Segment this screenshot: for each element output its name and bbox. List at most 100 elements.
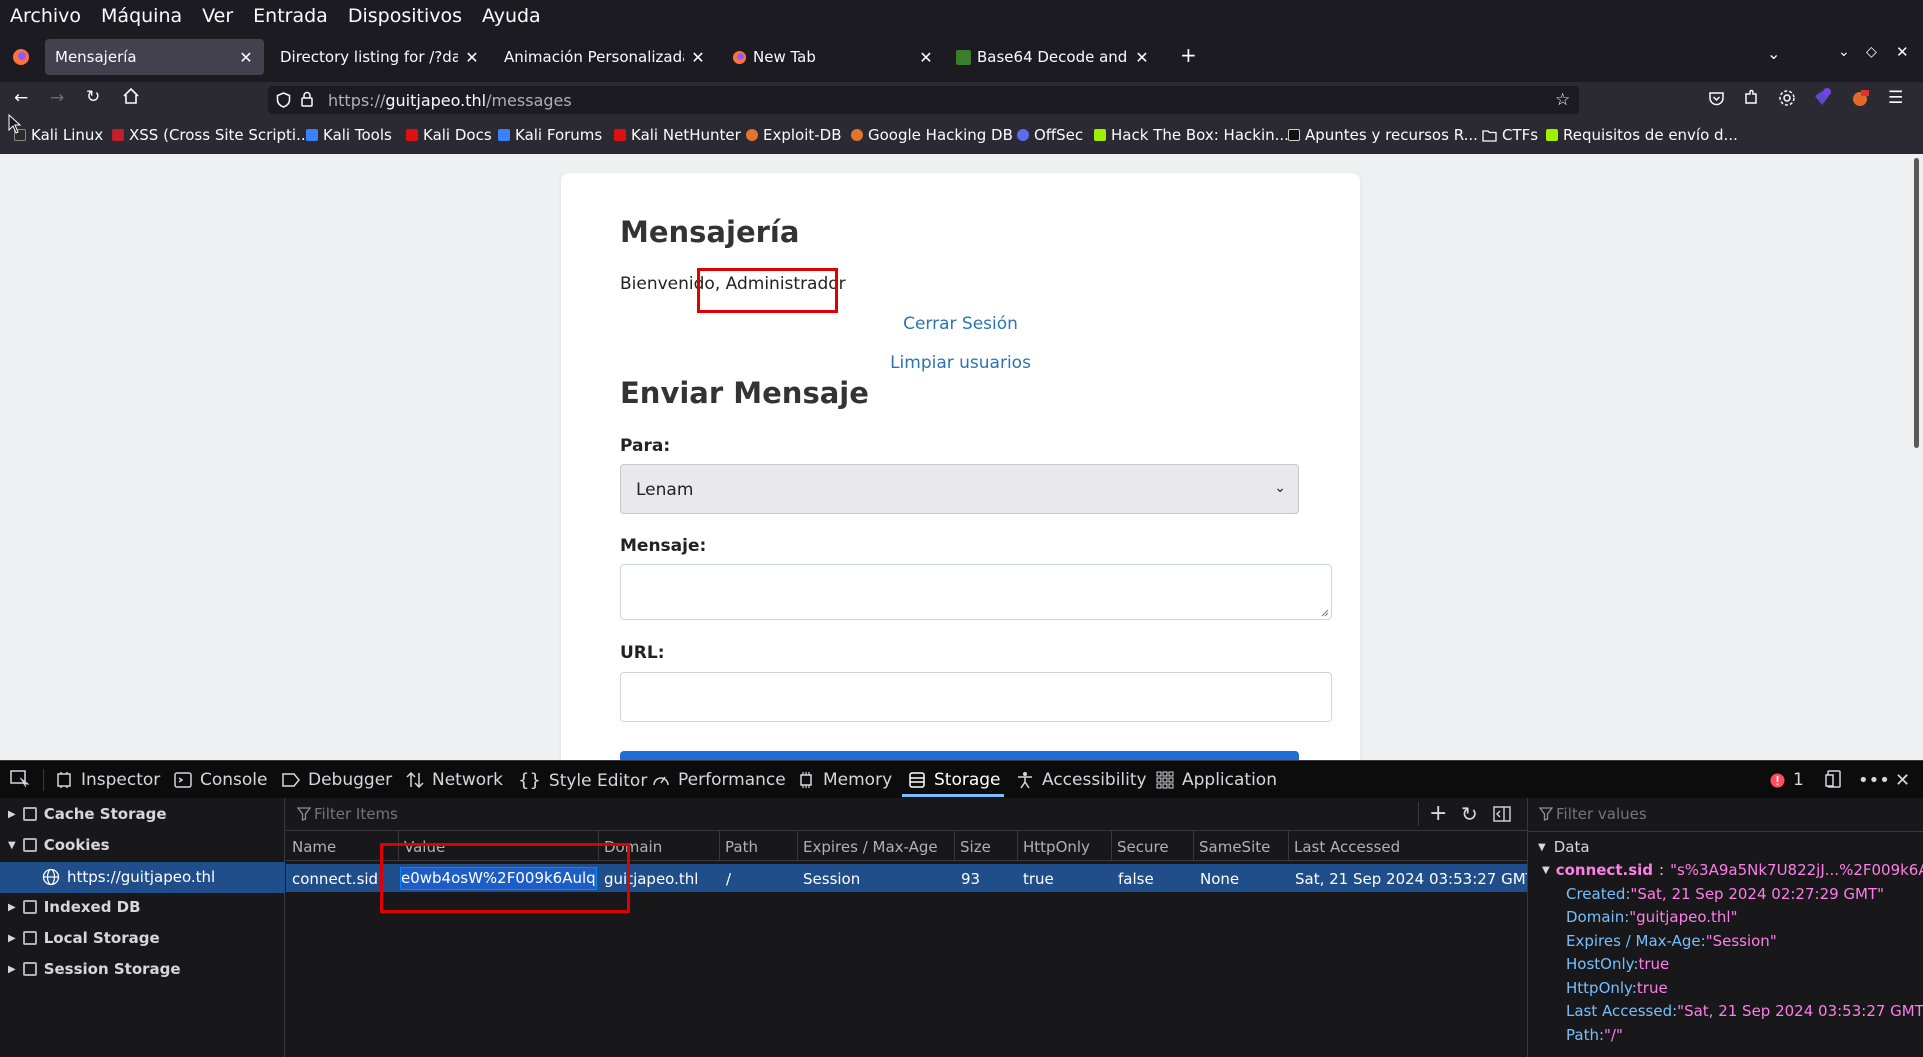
bookmark-kali-tools[interactable]: Kali Tools	[306, 126, 392, 144]
tab-network[interactable]: Network	[406, 770, 503, 790]
page-scrollbar-thumb[interactable]	[1914, 158, 1919, 448]
url-input[interactable]	[620, 672, 1332, 722]
gear-icon[interactable]	[1778, 89, 1796, 107]
detail-expires[interactable]: Expires / Max-Age:"Session"	[1566, 932, 1777, 950]
refresh-icon[interactable]: ↻	[1461, 802, 1478, 826]
firefox-view-icon[interactable]	[12, 48, 30, 66]
extension-badge-icon[interactable]	[1812, 88, 1832, 108]
responsive-design-icon[interactable]	[1825, 770, 1843, 788]
toggle-sidebar-icon[interactable]	[1493, 806, 1511, 822]
detail-domain[interactable]: Domain:"guitjapeo.thl"	[1566, 908, 1738, 926]
bookmark-offsec[interactable]: OffSec	[1017, 126, 1083, 144]
bookmark-folder-ctfs[interactable]: CTFs	[1482, 126, 1538, 144]
more-options-icon[interactable]: •••	[1858, 770, 1890, 791]
bookmark-kali-linux[interactable]: Kali Linux	[14, 126, 103, 144]
tab-mensajeria[interactable]: Mensajería ✕	[45, 39, 264, 75]
tab-memory[interactable]: Memory	[797, 770, 892, 790]
reload-icon[interactable]: ↻	[86, 87, 100, 107]
bookmark-exploit-db[interactable]: Exploit-DB	[746, 126, 842, 144]
tab-accessibility[interactable]: Accessibility	[1016, 770, 1147, 790]
tab-inspector[interactable]: Inspector	[55, 770, 160, 790]
bookmark-kali-nethunter[interactable]: Kali NetHunter	[614, 126, 741, 144]
tab-directory-listing[interactable]: Directory listing for /?data= ✕	[270, 39, 490, 75]
cell-name[interactable]: connect.sid	[292, 870, 378, 888]
menu-ayuda[interactable]: Ayuda	[472, 0, 551, 32]
tab-performance[interactable]: Performance	[652, 770, 786, 790]
bookmark-apuntes[interactable]: Apuntes y recursos R...	[1288, 126, 1478, 144]
detail-last-accessed[interactable]: Last Accessed:"Sat, 21 Sep 2024 03:53:27…	[1566, 1002, 1923, 1020]
tab-animacion[interactable]: Animación Personalizada ✕	[494, 39, 716, 75]
tab-base64[interactable]: Base64 Decode and Enc ✕	[946, 39, 1160, 75]
recipient-select[interactable]: Lenam ⌄	[620, 464, 1299, 514]
lock-icon[interactable]	[300, 91, 314, 108]
detail-hostonly[interactable]: HostOnly:true	[1566, 955, 1669, 973]
element-picker-icon[interactable]	[10, 770, 30, 788]
back-icon[interactable]: ←	[14, 88, 28, 108]
cookie-key-row[interactable]: ▼ connect.sid: "s%3A9a5Nk7U822jJ...%2F009k…	[1542, 861, 1923, 879]
column-expires[interactable]: Expires / Max-Age	[803, 838, 938, 856]
cell-last-accessed[interactable]: Sat, 21 Sep 2024 03:53:27 GMT	[1295, 870, 1535, 888]
url-bar[interactable]: https://guitjapeo.thl/messages ☆	[268, 86, 1579, 114]
tree-cache-storage[interactable]: ▶ Cache Storage	[8, 805, 167, 823]
column-name[interactable]: Name	[292, 838, 336, 856]
error-count-badge[interactable]: 1	[1770, 770, 1804, 790]
forward-icon[interactable]: →	[50, 88, 64, 108]
menu-entrada[interactable]: Entrada	[243, 0, 338, 32]
cell-expires[interactable]: Session	[803, 870, 860, 888]
tab-storage[interactable]: Storage	[908, 770, 1001, 790]
menu-ver[interactable]: Ver	[192, 0, 243, 32]
close-devtools-icon[interactable]: ✕	[1895, 770, 1910, 791]
tree-indexed-db[interactable]: ▶ Indexed DB	[8, 898, 141, 916]
close-icon[interactable]: ✕	[238, 48, 254, 67]
cell-secure[interactable]: false	[1118, 870, 1154, 888]
close-icon[interactable]: ✕	[690, 48, 706, 67]
add-item-icon[interactable]: +	[1429, 801, 1447, 826]
tree-cookies[interactable]: ▼ Cookies	[8, 836, 110, 854]
cell-samesite[interactable]: None	[1200, 870, 1239, 888]
home-icon[interactable]	[122, 87, 140, 105]
data-section-header[interactable]: ▼ Data	[1538, 838, 1590, 856]
window-close-icon[interactable]: ✕	[1896, 43, 1909, 61]
bookmark-star-icon[interactable]: ☆	[1555, 90, 1570, 110]
tree-session-storage[interactable]: ▶ Session Storage	[8, 960, 181, 978]
column-httponly[interactable]: HttpOnly	[1023, 838, 1090, 856]
foxyproxy-icon[interactable]	[1850, 88, 1870, 108]
column-size[interactable]: Size	[960, 838, 991, 856]
shield-icon[interactable]	[276, 92, 291, 108]
filter-items-input[interactable]	[314, 803, 1374, 825]
close-icon[interactable]: ✕	[1134, 48, 1150, 67]
tab-console[interactable]: Console	[174, 770, 268, 790]
column-last-accessed[interactable]: Last Accessed	[1294, 838, 1400, 856]
bookmark-hack-the-box[interactable]: Hack The Box: Hackin...	[1094, 126, 1289, 144]
menu-maquina[interactable]: Máquina	[91, 0, 192, 32]
tab-style-editor[interactable]: {} Style Editor	[518, 770, 647, 791]
detail-path[interactable]: Path:"/"	[1566, 1026, 1623, 1044]
bookmark-kali-docs[interactable]: Kali Docs	[406, 126, 492, 144]
filter-values-input[interactable]	[1556, 803, 1906, 825]
tree-cookie-origin[interactable]: https://guitjapeo.thl	[42, 868, 215, 886]
pocket-icon[interactable]	[1708, 90, 1725, 107]
new-tab-icon[interactable]: +	[1180, 43, 1197, 67]
detail-httponly[interactable]: HttpOnly:true	[1566, 979, 1668, 997]
logout-link-text[interactable]: Cerrar Sesión	[903, 314, 1018, 334]
column-samesite[interactable]: SameSite	[1199, 838, 1270, 856]
detail-created[interactable]: Created:"Sat, 21 Sep 2024 02:27:29 GMT"	[1566, 885, 1884, 903]
app-menu-icon[interactable]: ☰	[1888, 88, 1903, 108]
tab-new-tab[interactable]: New Tab ✕	[722, 39, 944, 75]
bookmark-kali-forums[interactable]: Kali Forums	[498, 126, 602, 144]
tab-debugger[interactable]: Debugger	[282, 770, 392, 790]
cell-size[interactable]: 93	[961, 870, 980, 888]
extensions-icon[interactable]	[1743, 89, 1760, 106]
clear-users-link-text[interactable]: Limpiar usuarios	[890, 353, 1031, 373]
column-path[interactable]: Path	[725, 838, 758, 856]
cell-httponly[interactable]: true	[1023, 870, 1054, 888]
maximize-icon[interactable]: ◇	[1866, 44, 1877, 60]
cell-path[interactable]: /	[726, 870, 731, 888]
bookmark-requisitos[interactable]: Requisitos de envío d...	[1546, 126, 1738, 144]
minimize-icon[interactable]: ⌄	[1838, 44, 1850, 60]
close-icon[interactable]: ✕	[464, 48, 480, 67]
message-textarea[interactable]	[620, 564, 1332, 620]
column-secure[interactable]: Secure	[1117, 838, 1169, 856]
bookmark-xss[interactable]: XSS (Cross Site Scripti...	[112, 126, 310, 144]
menu-archivo[interactable]: Archivo	[0, 0, 91, 32]
